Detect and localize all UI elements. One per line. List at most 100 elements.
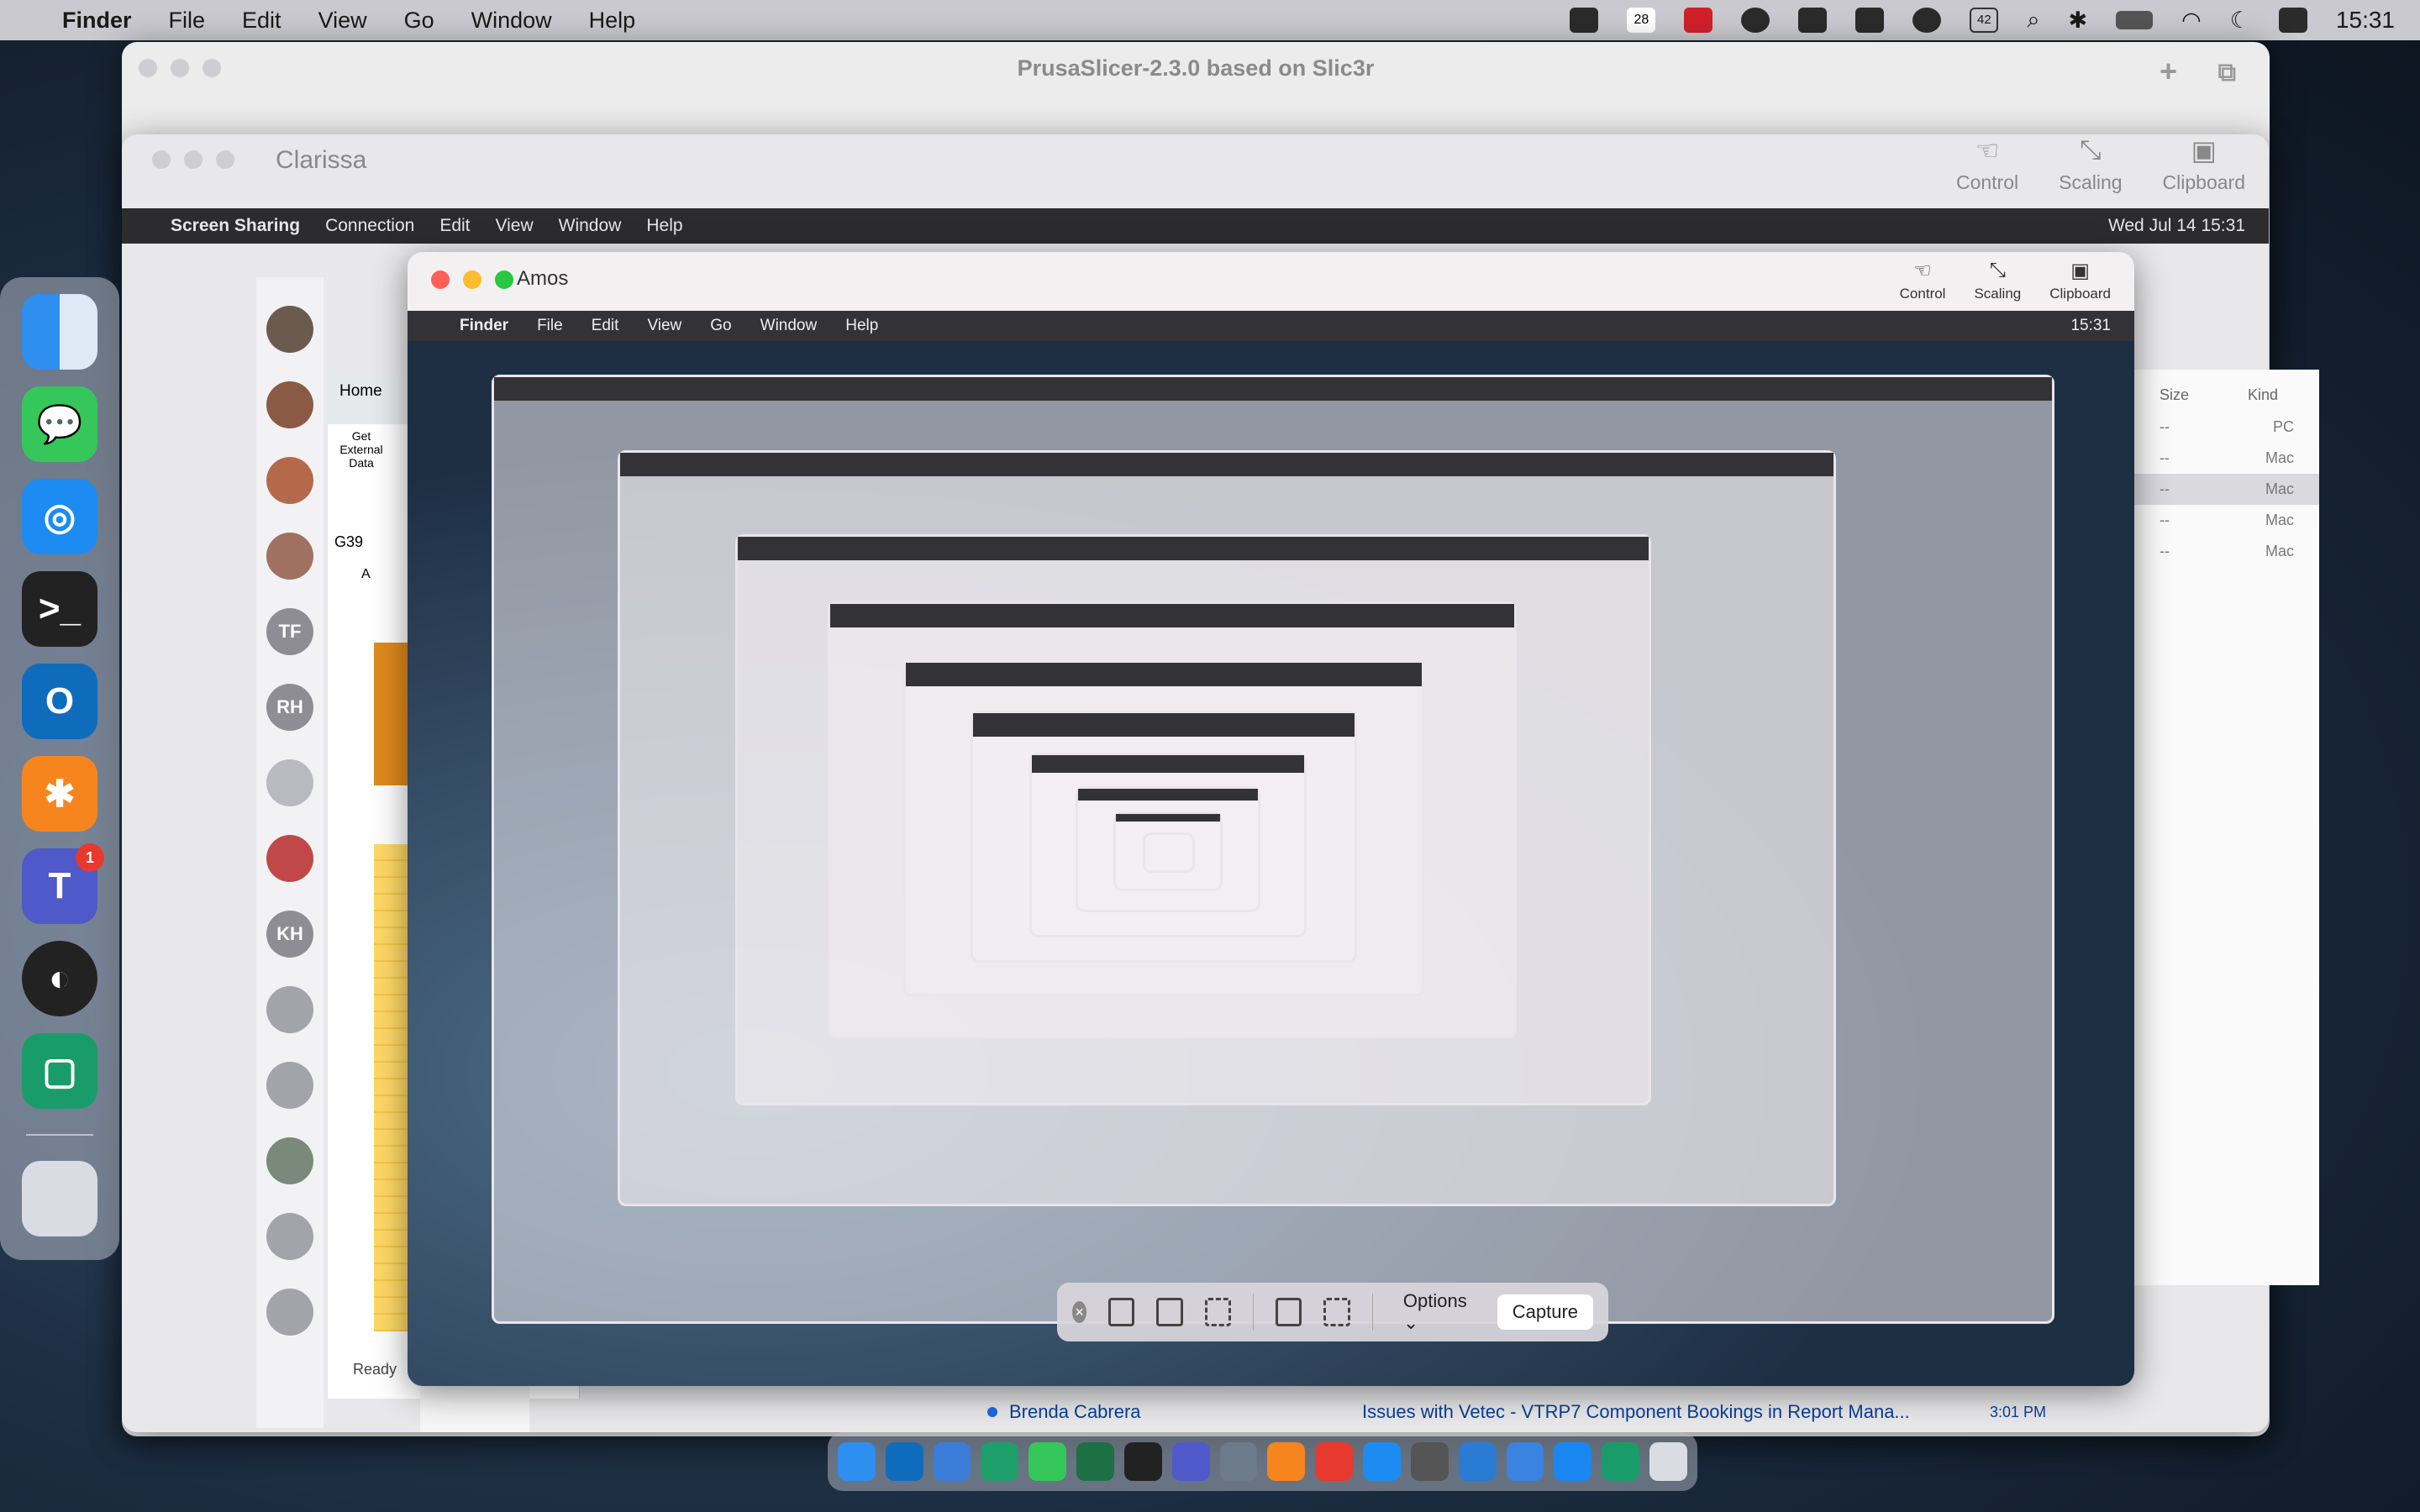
cat-status-icon[interactable] <box>1912 8 1942 33</box>
avatar[interactable] <box>266 986 313 1033</box>
menu-window[interactable]: Window <box>471 8 552 34</box>
stats-status-icon[interactable] <box>1741 8 1770 33</box>
excel-cell-reference[interactable]: G39 <box>334 533 363 551</box>
window-controls[interactable] <box>431 270 513 289</box>
teams-icon[interactable] <box>1171 1442 1210 1481</box>
briefcase-status-icon[interactable] <box>1855 8 1885 33</box>
clipboard-tool[interactable]: ▣ Clipboard <box>2163 134 2245 194</box>
messages-icon[interactable] <box>1028 1442 1067 1481</box>
capture-button[interactable]: Capture <box>1497 1294 1594 1330</box>
avatar-initials[interactable]: RH <box>266 684 313 731</box>
control-tool[interactable]: ☜ Control <box>1900 259 1946 302</box>
screens-app-icon[interactable] <box>1602 1442 1640 1481</box>
clipboard-tool[interactable]: ▣ Clipboard <box>2049 259 2111 302</box>
kind-column-header[interactable]: Kind <box>2248 386 2278 403</box>
ss-menu-view[interactable]: View <box>496 216 534 236</box>
ss-menu-connection[interactable]: Connection <box>325 216 414 236</box>
ss-app-name[interactable]: Screen Sharing <box>171 216 300 236</box>
capture-selection-icon[interactable] <box>1204 1298 1231 1326</box>
list-item[interactable]: -- Mac <box>2134 474 2319 505</box>
bbedit-icon[interactable] <box>1410 1442 1449 1481</box>
excel-icon[interactable] <box>1076 1442 1114 1481</box>
window-controls[interactable] <box>139 59 221 77</box>
menu-go[interactable]: Go <box>404 8 434 34</box>
mail-list-row[interactable]: Brenda Cabrera Issues with Vetec - VTRP7… <box>987 1399 2046 1425</box>
excel-home-tab[interactable]: Home <box>328 374 394 409</box>
close-icon[interactable]: × <box>1072 1301 1087 1323</box>
add-icon[interactable]: + <box>2160 54 2177 89</box>
stats-app-icon[interactable]: ◐ <box>22 941 97 1016</box>
avatar[interactable] <box>266 759 313 806</box>
avatar[interactable] <box>266 1062 313 1109</box>
battery-icon[interactable] <box>2116 11 2154 29</box>
amos-menu-help[interactable]: Help <box>845 317 878 335</box>
safari-icon[interactable] <box>1363 1442 1401 1481</box>
xcode-icon[interactable] <box>1506 1442 1544 1481</box>
menu-help[interactable]: Help <box>589 8 636 34</box>
finder-icon[interactable] <box>22 294 97 370</box>
avatar[interactable] <box>266 1289 313 1336</box>
capture-window-icon[interactable] <box>1156 1298 1183 1326</box>
menu-edit[interactable]: Edit <box>242 8 281 34</box>
search-icon[interactable]: ⌕ <box>2027 7 2039 34</box>
amos-menu-go[interactable]: Go <box>710 317 731 335</box>
amos-menu-edit[interactable]: Edit <box>592 317 619 335</box>
ss-menu-window[interactable]: Window <box>559 216 622 236</box>
ss-menu-edit[interactable]: Edit <box>439 216 470 236</box>
bluetooth-icon[interactable]: ✱ <box>2069 8 2088 34</box>
get-external-data-button[interactable]: Get External Data <box>328 424 395 475</box>
list-item[interactable]: -- Mac <box>2134 505 2319 536</box>
size-column-header[interactable]: Size <box>2160 386 2189 403</box>
trash-icon[interactable] <box>22 1161 97 1236</box>
safari-icon[interactable]: ◎ <box>22 479 97 554</box>
counter-status-icon[interactable]: 42 <box>1970 8 1999 33</box>
scaling-tool[interactable]: ⤡ Scaling <box>1974 259 2021 302</box>
avatar-initials[interactable]: TF <box>266 608 313 655</box>
control-tool[interactable]: ☜ Control <box>1956 134 2018 194</box>
scaling-tool[interactable]: ⤡ Scaling <box>2059 134 2122 194</box>
app-store-icon[interactable] <box>1554 1442 1592 1481</box>
menu-clock[interactable]: 15:31 <box>2336 7 2395 34</box>
asterisk-app-icon[interactable]: ✱ <box>22 756 97 832</box>
edge-icon[interactable] <box>981 1442 1019 1481</box>
avatar[interactable] <box>266 835 313 882</box>
screens-icon[interactable] <box>1219 1442 1258 1481</box>
finder-icon[interactable] <box>838 1442 876 1481</box>
tab-overview-icon[interactable]: ⧉ <box>2218 59 2236 87</box>
menu-file[interactable]: File <box>169 8 206 34</box>
amos-menu-window[interactable]: Window <box>760 317 818 335</box>
list-item[interactable]: -- Mac <box>2134 443 2319 474</box>
asterisk-app-icon[interactable] <box>1267 1442 1306 1481</box>
screen-mirroring-icon[interactable] <box>1570 8 1599 33</box>
red-app-icon[interactable] <box>1315 1442 1354 1481</box>
vscode-icon[interactable] <box>1458 1442 1497 1481</box>
messages-icon[interactable]: 💬 <box>22 386 97 462</box>
moon-icon[interactable]: ☾ <box>2230 8 2250 34</box>
record-selection-icon[interactable] <box>1323 1298 1350 1326</box>
record-screen-icon[interactable] <box>1276 1298 1302 1326</box>
options-button[interactable]: Options ⌄ <box>1395 1285 1476 1339</box>
outlook-icon[interactable]: O <box>22 664 97 739</box>
avatar-initials[interactable]: KH <box>266 911 313 958</box>
trash-icon[interactable] <box>1649 1442 1687 1481</box>
zoom-icon[interactable] <box>933 1442 971 1481</box>
avatar[interactable] <box>266 381 313 428</box>
dropzone-status-icon[interactable] <box>1798 8 1828 33</box>
avatar[interactable] <box>266 533 313 580</box>
menu-view[interactable]: View <box>318 8 367 34</box>
list-item[interactable]: -- PC <box>2134 412 2319 443</box>
amos-menu-file[interactable]: File <box>537 317 563 335</box>
terminal-icon[interactable]: >_ <box>22 571 97 647</box>
capture-screen-icon[interactable] <box>1108 1298 1135 1326</box>
outlook-icon[interactable] <box>885 1442 923 1481</box>
menu-app-name[interactable]: Finder <box>62 8 132 34</box>
wifi-icon[interactable]: ◠ <box>2181 8 2202 34</box>
puzzle-status-icon[interactable] <box>1684 8 1713 33</box>
avatar[interactable] <box>266 306 313 353</box>
avatar[interactable] <box>266 1137 313 1184</box>
avatar[interactable] <box>266 1213 313 1260</box>
window-controls[interactable] <box>152 150 234 169</box>
terminal-icon[interactable] <box>1123 1442 1162 1481</box>
list-item[interactable]: -- Mac <box>2134 536 2319 567</box>
amos-app-name[interactable]: Finder <box>460 317 508 335</box>
